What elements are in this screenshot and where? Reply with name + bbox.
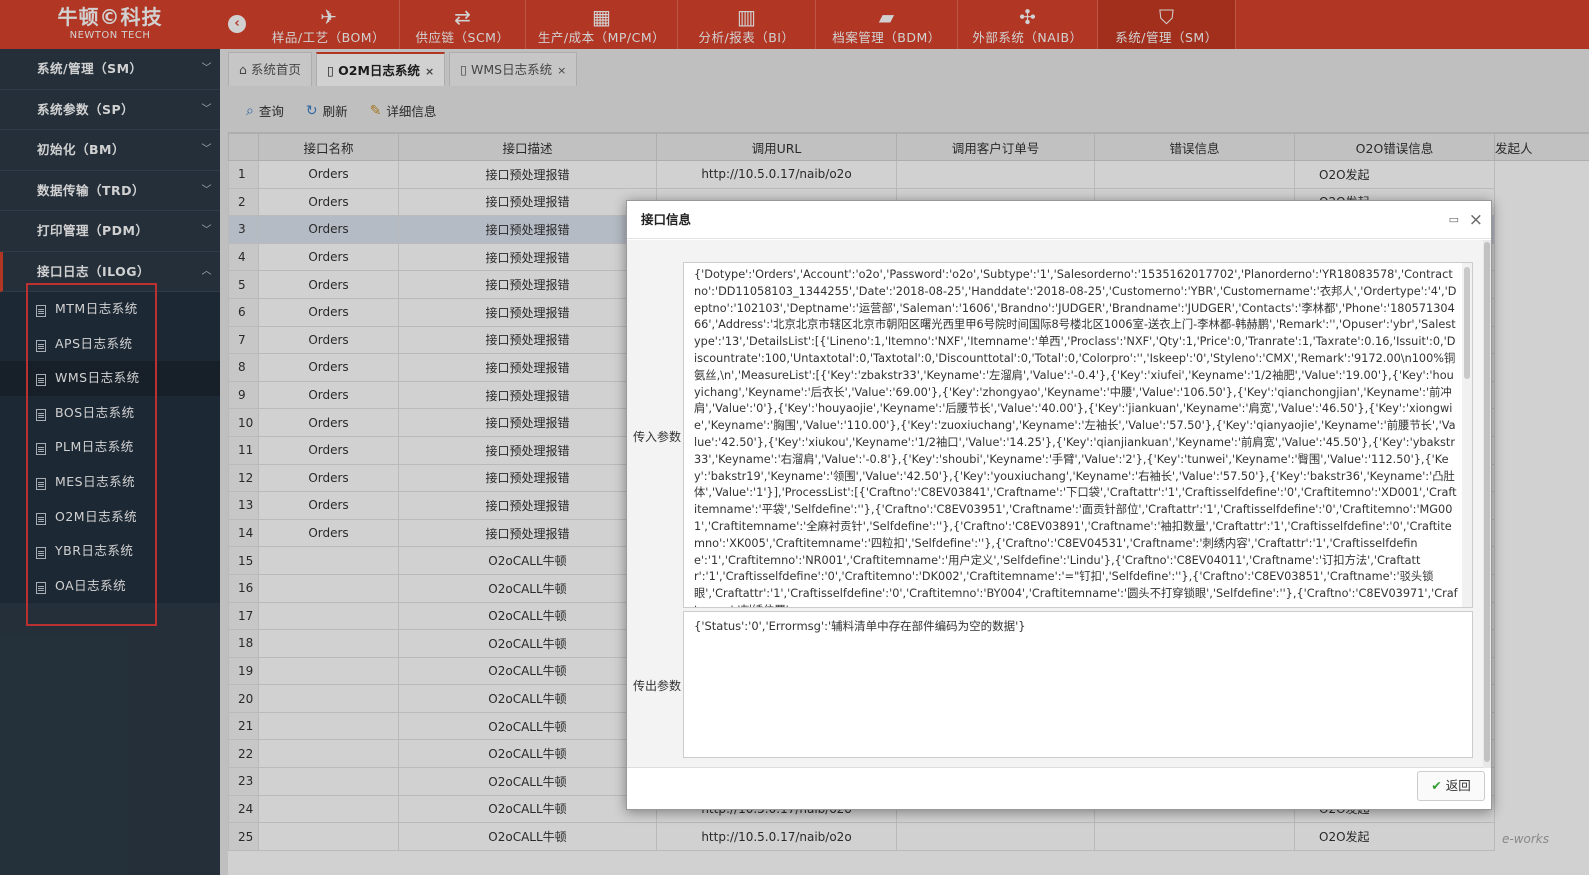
input-params-text: {'Dotype':'Orders','Account':'o2o','Pass… — [694, 268, 1458, 607]
input-params-label: 传入参数 — [633, 430, 682, 444]
dialog-title: 接口信息 — [641, 212, 692, 227]
dialog-header: 接口信息 ▭ × — [627, 201, 1491, 239]
maximize-icon[interactable]: ▭ — [1449, 201, 1459, 239]
dialog-scrollbar[interactable] — [1483, 240, 1491, 768]
input-scrollbar[interactable] — [1462, 263, 1472, 607]
output-params-textarea[interactable]: {'Status':'0','Errormsg':'辅料清单中存在部件编码为空的… — [683, 611, 1473, 758]
dialog-body: 传入参数 {'Dotype':'Orders','Account':'o2o',… — [627, 240, 1485, 768]
return-button[interactable]: ✔ 返回 — [1417, 771, 1485, 801]
output-params-text: {'Status':'0','Errormsg':'辅料清单中存在部件编码为空的… — [694, 619, 1026, 633]
input-params-textarea[interactable]: {'Dotype':'Orders','Account':'o2o','Pass… — [683, 262, 1473, 608]
close-icon[interactable]: × — [1469, 201, 1483, 239]
output-params-label: 传出参数 — [633, 679, 682, 693]
check-icon: ✔ — [1431, 778, 1442, 793]
interface-info-dialog: 接口信息 ▭ × 传入参数 {'Dotype':'Orders','Accoun… — [626, 200, 1492, 810]
watermark: e-works — [1502, 832, 1550, 846]
